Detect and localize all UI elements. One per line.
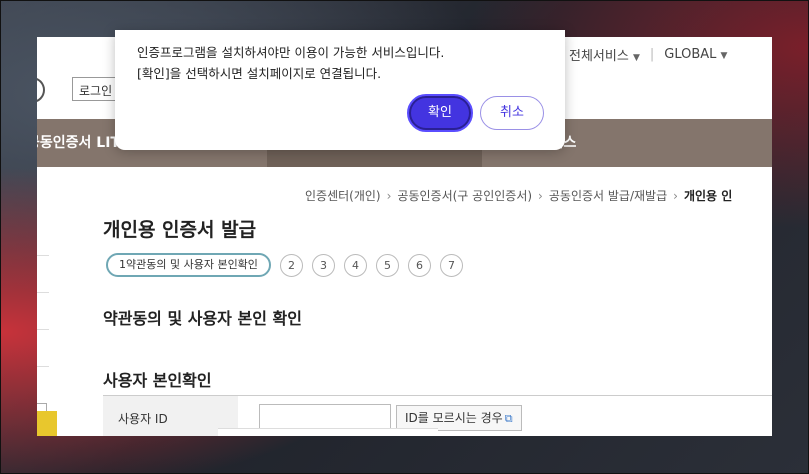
dialog-message-line2: [확인]을 선택하시면 설치페이지로 연결됩니다. <box>137 66 382 81</box>
overlay-strip <box>218 428 438 436</box>
install-prompt-dialog: 인증프로그램을 설치하셔야만 이용이 가능한 서비스입니다. [확인]을 선택하… <box>115 30 565 150</box>
chevron-down-icon: ▼ <box>720 51 728 61</box>
confirm-button[interactable]: 확인 <box>407 94 473 132</box>
external-link-icon: ⧉ <box>504 412 513 425</box>
chevron-down-icon: ▼ <box>632 53 640 63</box>
breadcrumb-separator: › <box>538 189 543 203</box>
step-current: 1약관동의 및 사용자 본인확인 <box>106 253 271 277</box>
global-menu[interactable]: GLOBAL ▼ <box>664 47 727 62</box>
section-title-terms: 약관동의 및 사용자 본인 확인 <box>103 309 302 328</box>
step-item: 5 <box>375 253 399 277</box>
breadcrumb-separator: › <box>386 189 392 203</box>
step-item: 4 <box>343 253 367 277</box>
page-title: 개인용 인증서 발급 <box>103 219 257 241</box>
breadcrumb-item[interactable]: 인증센터(개인) <box>305 189 381 203</box>
top-links: 전체서비스 ▼ | GLOBAL ▼ <box>569 45 727 64</box>
step-indicator: 1약관동의 및 사용자 본인확인 2 3 4 5 6 7 <box>106 253 463 277</box>
breadcrumb: 인증센터(개인) › 공동인증서(구 공인인증서) › 공동인증서 발급/재발급 › 개인용… <box>305 187 732 204</box>
step-item: 2 <box>279 253 303 277</box>
step-item: 6 <box>407 253 431 277</box>
breadcrumb-item[interactable]: 공동인증서 발급/재발급 <box>549 189 667 203</box>
find-id-label: ID를 모르시는 경우 <box>405 411 503 425</box>
step-item: 7 <box>439 253 463 277</box>
login-button[interactable]: 로그인 <box>72 77 120 101</box>
dialog-message-line1: 인증프로그램을 설치하셔야만 이용이 가능한 서비스입니다. <box>137 45 445 60</box>
divider: | <box>649 47 655 62</box>
all-services-label: 전체서비스 <box>569 49 629 64</box>
side-menu-item[interactable] <box>37 330 49 367</box>
section-title-verify: 사용자 본인확인 <box>103 371 212 390</box>
side-menu-item[interactable] <box>37 293 49 330</box>
breadcrumb-item[interactable]: 공동인증서(구 공인인증서) <box>397 189 532 203</box>
breadcrumb-current: 개인용 인 <box>683 189 733 203</box>
side-menu-item[interactable] <box>37 256 49 293</box>
side-menu <box>37 255 49 367</box>
step-item: 3 <box>311 253 335 277</box>
all-services-menu[interactable]: 전체서비스 ▼ <box>569 45 640 64</box>
cancel-button[interactable]: 취소 <box>480 96 544 130</box>
logo-icon <box>37 77 45 103</box>
floating-tab[interactable] <box>37 411 57 436</box>
global-label: GLOBAL <box>664 47 717 62</box>
breadcrumb-separator: › <box>673 189 678 203</box>
